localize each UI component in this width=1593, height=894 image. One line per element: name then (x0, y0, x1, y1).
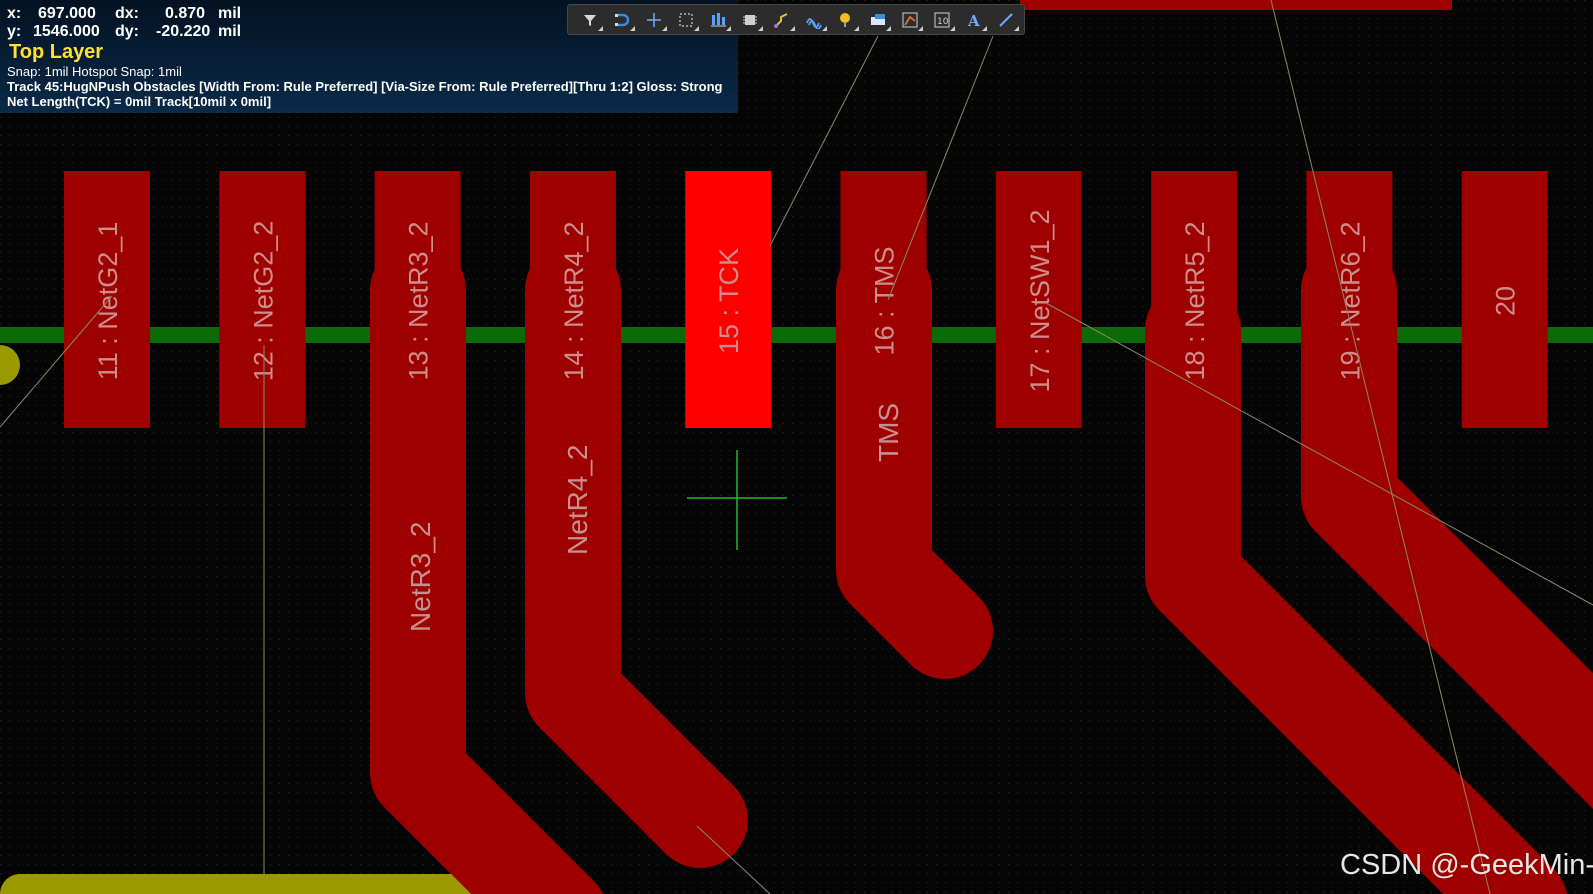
dropdown-corner-icon (726, 26, 731, 31)
hud-dy-label: dy: (115, 23, 139, 40)
dropdown-corner-icon (1014, 26, 1019, 31)
track-label-tms: TMS (873, 403, 904, 462)
select-region-button[interactable] (670, 6, 702, 33)
pad-label: 16 : TMS (870, 246, 900, 355)
pcb-canvas[interactable]: 11 : NetG2_1 12 : NetG2_2 13 : NetR3_2 14 :… (0, 0, 1593, 894)
polygon-icon (902, 12, 918, 27)
top-track-right[interactable] (1020, 0, 1452, 10)
hud-x-unit: mil (218, 5, 242, 22)
place-polygon-button[interactable] (894, 6, 926, 33)
dimension-icon: 10 (934, 12, 950, 27)
pad-label: 19 : NetR6_2 (1335, 221, 1365, 380)
pad-label: 18 : NetR5_2 (1180, 221, 1210, 380)
hud-x-label: x: (7, 5, 22, 22)
pad-label: 14 : NetR4_2 (559, 221, 589, 380)
hud-dx-label: dx: (115, 5, 139, 22)
hud-snap-info: Snap: 1mil Hotspot Snap: 1mil (7, 64, 182, 79)
select-rect-icon (679, 12, 693, 27)
track-label-netr3: NetR3_2 (405, 521, 436, 632)
dropdown-corner-icon (694, 26, 699, 31)
place-fill-button[interactable] (862, 6, 894, 33)
dropdown-corner-icon (758, 26, 763, 31)
hud-dx-value: 0.870 (165, 5, 206, 22)
diff-pair-icon (806, 17, 822, 29)
pcb-board[interactable]: 11 : NetG2_1 12 : NetG2_2 13 : NetR3_2 14 :… (0, 0, 1593, 894)
hud-dy-value: -20.220 (156, 23, 211, 40)
fill-icon (871, 13, 885, 25)
crosshair-icon (647, 12, 661, 27)
align-icon (711, 12, 726, 26)
dropdown-corner-icon (662, 26, 667, 31)
pad-label: 13 : NetR3_2 (404, 221, 434, 380)
active-bar-toolbar: 10 A (567, 4, 1025, 35)
align-button[interactable] (702, 6, 734, 33)
place-string-button[interactable]: A (958, 6, 990, 33)
hud-y-unit: mil (218, 23, 242, 40)
route-interactive-button[interactable] (766, 6, 798, 33)
dropdown-corner-icon (886, 26, 891, 31)
place-via-button[interactable] (830, 6, 862, 33)
filter-button[interactable] (574, 6, 606, 33)
dropdown-corner-icon (854, 26, 859, 31)
hud-current-layer: Top Layer (9, 41, 104, 63)
hud-y-value: 1546.000 (33, 23, 100, 40)
dropdown-corner-icon (918, 26, 923, 31)
dropdown-corner-icon (950, 26, 955, 31)
route-differential-pair-button[interactable] (798, 6, 830, 33)
hud-net-length: Net Length(TCK) = 0mil Track[10mil x 0mi… (7, 94, 272, 109)
svg-text:10: 10 (937, 17, 949, 27)
place-line-button[interactable] (990, 6, 1022, 33)
dropdown-corner-icon (822, 26, 827, 31)
dropdown-corner-icon (982, 26, 987, 31)
track-label-netr4: NetR4_2 (562, 444, 593, 555)
pad-label: 15 : TCK (714, 248, 744, 354)
component-icon (743, 14, 757, 25)
via-icon (840, 12, 850, 27)
pad-label: 12 : NetG2_2 (248, 221, 278, 382)
watermark: CSDN @-GeekMin- (1340, 849, 1593, 881)
hud-y-label: y: (7, 23, 22, 40)
text-icon: A (967, 12, 980, 29)
place-dimension-button[interactable]: 10 (926, 6, 958, 33)
line-icon (999, 12, 1013, 27)
place-component-button[interactable] (734, 6, 766, 33)
hud-x-value: 697.000 (38, 5, 96, 22)
dropdown-corner-icon (790, 26, 795, 31)
pad-label: 20 (1491, 286, 1521, 316)
place-component-origin-button[interactable] (638, 6, 670, 33)
dropdown-corner-icon (598, 26, 603, 31)
route-icon (774, 12, 788, 28)
svg-text:A: A (967, 12, 980, 29)
hud-track-mode: Track 45:HugNPush Obstacles [Width From:… (7, 79, 723, 94)
dropdown-corner-icon (630, 26, 635, 31)
magnet-icon (615, 13, 630, 26)
snap-options-button[interactable] (606, 6, 638, 33)
pad-label: 17 : NetSW1_2 (1025, 209, 1055, 392)
filter-icon (584, 14, 596, 26)
